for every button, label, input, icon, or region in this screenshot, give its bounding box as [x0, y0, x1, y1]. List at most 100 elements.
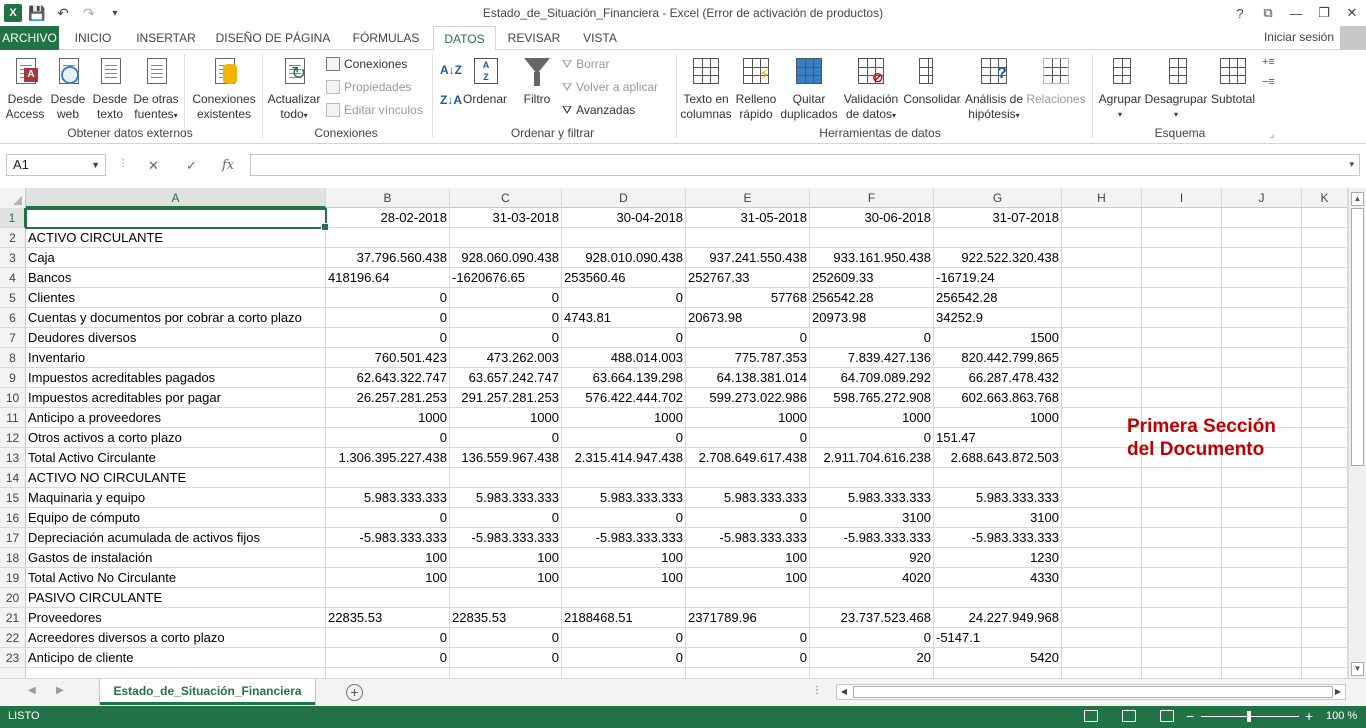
cell-c6[interactable]: 0 — [450, 308, 562, 328]
cell-c4[interactable]: -1620676.65 — [450, 268, 562, 288]
row-header[interactable]: 21 — [0, 608, 26, 628]
help-button[interactable]: ? — [1226, 0, 1254, 26]
cell-b3[interactable]: 37.796.560.438 — [326, 248, 450, 268]
cell-f20[interactable] — [810, 588, 934, 608]
hscroll-thumb[interactable] — [853, 686, 1333, 698]
cell-i5[interactable] — [1142, 288, 1222, 308]
tab-archivo[interactable]: ARCHIVO — [0, 26, 59, 50]
ribbon-display-icon[interactable]: ⧉ — [1254, 0, 1282, 26]
cell-j17[interactable] — [1222, 528, 1302, 548]
cell-i4[interactable] — [1142, 268, 1222, 288]
row-header[interactable]: 19 — [0, 568, 26, 588]
actualizar-todo-button[interactable]: ↻ Actualizar todo▾ — [266, 56, 322, 123]
cell-d19[interactable]: 100 — [562, 568, 686, 588]
cell-f22[interactable]: 0 — [810, 628, 934, 648]
cell-i8[interactable] — [1142, 348, 1222, 368]
column-header-k[interactable]: K — [1302, 188, 1348, 208]
cell-e5[interactable]: 57768 — [686, 288, 810, 308]
cell-a3[interactable]: Caja — [26, 248, 326, 268]
cell-g6[interactable]: 34252.9 — [934, 308, 1062, 328]
cell-j5[interactable] — [1222, 288, 1302, 308]
cell-b13[interactable]: 1.306.395.227.438 — [326, 448, 450, 468]
cell-h18[interactable] — [1062, 548, 1142, 568]
close-button[interactable]: ✕ — [1338, 0, 1366, 26]
cell-e4[interactable]: 252767.33 — [686, 268, 810, 288]
cell-i18[interactable] — [1142, 548, 1222, 568]
cell-c20[interactable] — [450, 588, 562, 608]
cell-f21[interactable]: 23.737.523.468 — [810, 608, 934, 628]
row-header[interactable]: 11 — [0, 408, 26, 428]
cell-b8[interactable]: 760.501.423 — [326, 348, 450, 368]
cell-d11[interactable]: 1000 — [562, 408, 686, 428]
cell-j23[interactable] — [1222, 648, 1302, 668]
cell-c19[interactable]: 100 — [450, 568, 562, 588]
cell-d16[interactable]: 0 — [562, 508, 686, 528]
cell-partial[interactable] — [686, 668, 810, 678]
cell-i19[interactable] — [1142, 568, 1222, 588]
cell-e6[interactable]: 20673.98 — [686, 308, 810, 328]
cell-f9[interactable]: 64.709.089.292 — [810, 368, 934, 388]
cell-e12[interactable]: 0 — [686, 428, 810, 448]
cell-b23[interactable]: 0 — [326, 648, 450, 668]
cell-g8[interactable]: 820.442.799.865 — [934, 348, 1062, 368]
cell-a10[interactable]: Impuestos acreditables por pagar — [26, 388, 326, 408]
cell-j15[interactable] — [1222, 488, 1302, 508]
cell-e11[interactable]: 1000 — [686, 408, 810, 428]
cell-j4[interactable] — [1222, 268, 1302, 288]
cell-h1[interactable] — [1062, 208, 1142, 228]
cell-d18[interactable]: 100 — [562, 548, 686, 568]
cell-k2[interactable] — [1302, 228, 1348, 248]
cell-i1[interactable] — [1142, 208, 1222, 228]
row-header[interactable]: 2 — [0, 228, 26, 248]
cell-d3[interactable]: 928.010.090.438 — [562, 248, 686, 268]
cell-c14[interactable] — [450, 468, 562, 488]
editar-vinculos-button[interactable]: Editar vínculos — [326, 100, 423, 120]
row-header[interactable]: 13 — [0, 448, 26, 468]
cell-d6[interactable]: 4743.81 — [562, 308, 686, 328]
customize-qat-icon[interactable]: ▾ — [104, 3, 126, 23]
cell-c16[interactable]: 0 — [450, 508, 562, 528]
cell-h22[interactable] — [1062, 628, 1142, 648]
row-header[interactable]: 5 — [0, 288, 26, 308]
cell-a13[interactable]: Total Activo Circulante — [26, 448, 326, 468]
cell-k9[interactable] — [1302, 368, 1348, 388]
cell-partial[interactable] — [1142, 668, 1222, 678]
cell-g4[interactable]: -16719.24 — [934, 268, 1062, 288]
tab-datos[interactable]: DATOS — [433, 26, 496, 51]
cell-g10[interactable]: 602.663.863.768 — [934, 388, 1062, 408]
avanzadas-button[interactable]: ⛛ Avanzadas — [562, 100, 635, 120]
cell-f5[interactable]: 256542.28 — [810, 288, 934, 308]
conexiones-button[interactable]: Conexiones — [326, 54, 407, 74]
split-handle-icon[interactable]: ⋮ — [812, 685, 822, 696]
cell-k3[interactable] — [1302, 248, 1348, 268]
cell-c18[interactable]: 100 — [450, 548, 562, 568]
cell-i16[interactable] — [1142, 508, 1222, 528]
cell-g23[interactable]: 5420 — [934, 648, 1062, 668]
next-sheet-icon[interactable]: ▶ — [56, 685, 64, 696]
row-header[interactable]: 10 — [0, 388, 26, 408]
cell-i22[interactable] — [1142, 628, 1222, 648]
borrar-button[interactable]: ⛛ Borrar — [562, 54, 609, 74]
cell-a14[interactable]: ACTIVO NO CIRCULANTE — [26, 468, 326, 488]
cell-b10[interactable]: 26.257.281.253 — [326, 388, 450, 408]
cell-b18[interactable]: 100 — [326, 548, 450, 568]
row-header[interactable]: 15 — [0, 488, 26, 508]
column-header-j[interactable]: J — [1222, 188, 1302, 208]
cell-j16[interactable] — [1222, 508, 1302, 528]
cell-h4[interactable] — [1062, 268, 1142, 288]
cell-k13[interactable] — [1302, 448, 1348, 468]
cell-d17[interactable]: -5.983.333.333 — [562, 528, 686, 548]
cell-g21[interactable]: 24.227.949.968 — [934, 608, 1062, 628]
cell-j18[interactable] — [1222, 548, 1302, 568]
cell-e3[interactable]: 937.241.550.438 — [686, 248, 810, 268]
cell-i3[interactable] — [1142, 248, 1222, 268]
texto-columnas-button[interactable]: Texto en columnas — [676, 56, 736, 122]
cell-i17[interactable] — [1142, 528, 1222, 548]
cell-j10[interactable] — [1222, 388, 1302, 408]
cell-partial[interactable] — [450, 668, 562, 678]
cell-a19[interactable]: Total Activo No Circulante — [26, 568, 326, 588]
select-all-button[interactable] — [0, 188, 26, 208]
cell-i7[interactable] — [1142, 328, 1222, 348]
page-layout-icon[interactable] — [1122, 710, 1136, 722]
cell-g20[interactable] — [934, 588, 1062, 608]
